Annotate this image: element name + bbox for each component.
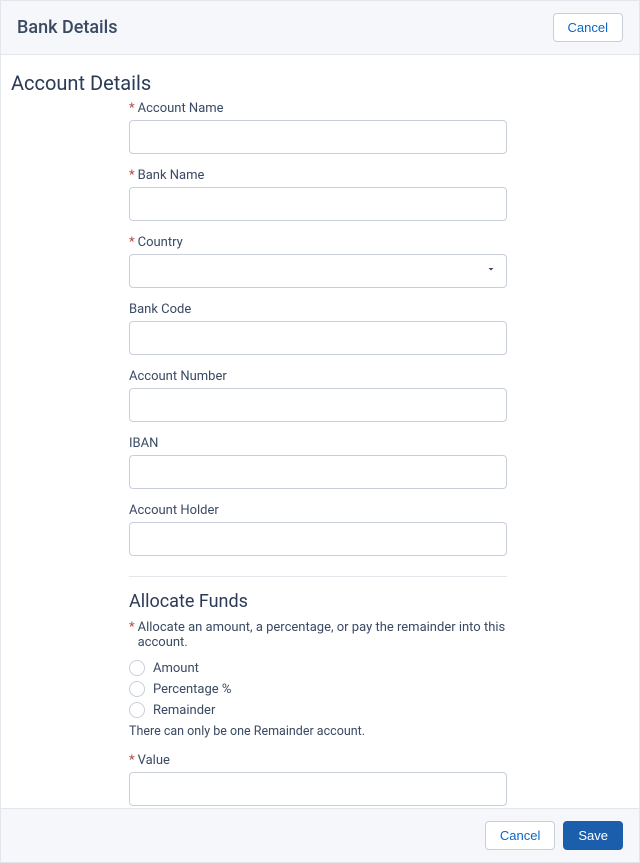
required-marker: *: [129, 235, 135, 250]
remainder-note: There can only be one Remainder account.: [129, 724, 507, 739]
section-allocate-funds: Allocate Funds * Allocate an amount, a p…: [129, 591, 507, 806]
bank-name-input[interactable]: [129, 187, 507, 221]
value-input[interactable]: [129, 772, 507, 806]
radio-icon: [129, 681, 145, 697]
save-button[interactable]: Save: [563, 821, 623, 850]
label-account-number: Account Number: [129, 369, 227, 384]
label-value: Value: [138, 753, 170, 768]
iban-input[interactable]: [129, 455, 507, 489]
radio-icon: [129, 660, 145, 676]
account-holder-input[interactable]: [129, 522, 507, 556]
field-country: * Country: [129, 235, 507, 288]
field-account-name: * Account Name: [129, 101, 507, 154]
section-title-account-details: Account Details: [11, 71, 623, 95]
divider: [129, 576, 507, 577]
required-marker: *: [129, 168, 135, 183]
field-bank-code: Bank Code: [129, 302, 507, 355]
label-bank-code: Bank Code: [129, 302, 191, 317]
modal-title: Bank Details: [17, 17, 117, 38]
field-account-number: Account Number: [129, 369, 507, 422]
cancel-button-footer[interactable]: Cancel: [485, 821, 555, 850]
account-number-input[interactable]: [129, 388, 507, 422]
modal-header: Bank Details Cancel: [1, 1, 639, 55]
label-iban: IBAN: [129, 436, 158, 451]
label-account-name: Account Name: [138, 101, 224, 116]
country-select[interactable]: [129, 254, 507, 288]
account-name-input[interactable]: [129, 120, 507, 154]
field-account-holder: Account Holder: [129, 503, 507, 556]
field-iban: IBAN: [129, 436, 507, 489]
bank-code-input[interactable]: [129, 321, 507, 355]
subsection-title-allocate-funds: Allocate Funds: [129, 591, 507, 612]
radio-label-amount: Amount: [153, 661, 199, 676]
radio-label-remainder: Remainder: [153, 703, 215, 718]
label-country: Country: [138, 235, 183, 250]
required-marker: *: [129, 753, 135, 768]
cancel-button-header[interactable]: Cancel: [553, 13, 623, 42]
modal-content: Account Details * Account Name * Bank Na…: [1, 55, 639, 808]
allocate-funds-hint: Allocate an amount, a percentage, or pay…: [138, 620, 507, 650]
radio-label-percentage: Percentage %: [153, 682, 231, 697]
label-bank-name: Bank Name: [138, 168, 205, 183]
label-account-holder: Account Holder: [129, 503, 219, 518]
radio-option-amount[interactable]: Amount: [129, 660, 507, 676]
required-marker: *: [129, 620, 135, 635]
radio-option-percentage[interactable]: Percentage %: [129, 681, 507, 697]
radio-icon: [129, 702, 145, 718]
required-marker: *: [129, 101, 135, 116]
radio-option-remainder[interactable]: Remainder: [129, 702, 507, 718]
field-bank-name: * Bank Name: [129, 168, 507, 221]
modal-footer: Cancel Save: [1, 808, 639, 862]
